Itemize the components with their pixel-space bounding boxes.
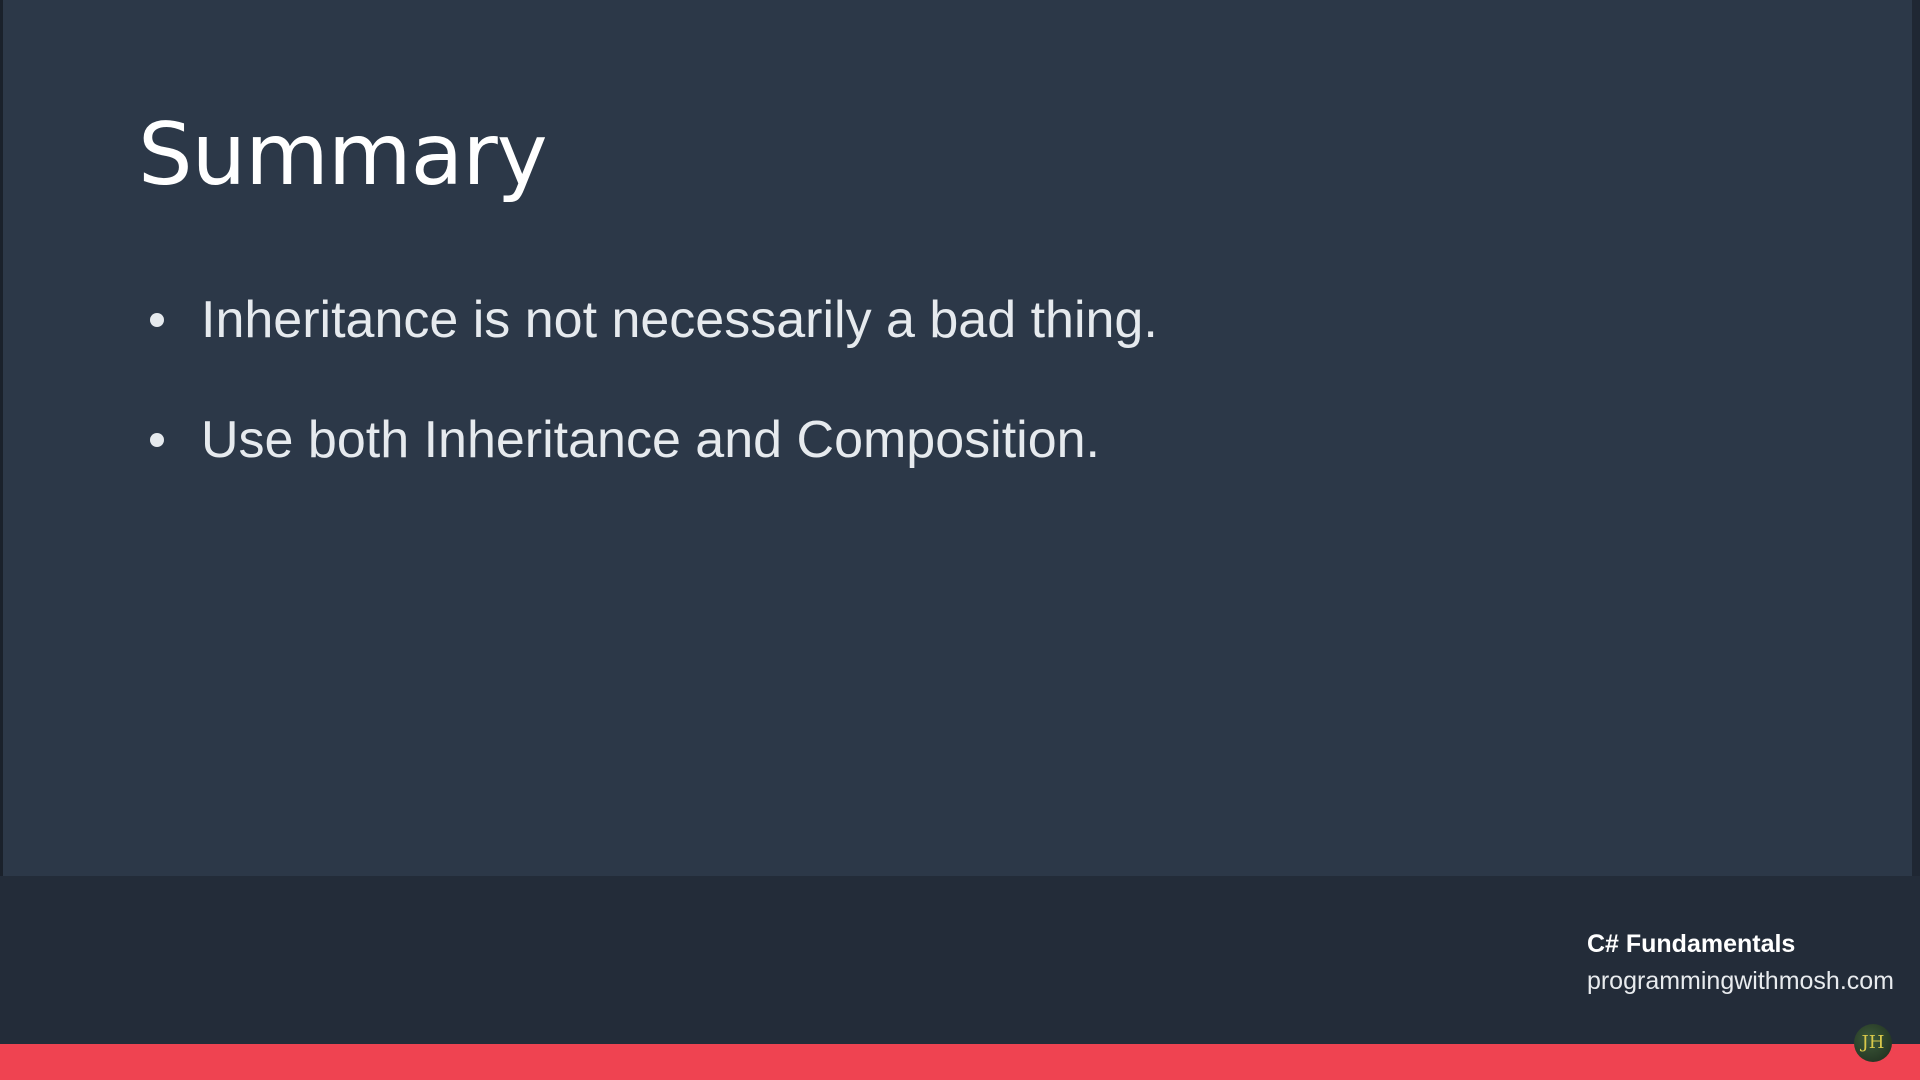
bullet-item: Use both Inheritance and Composition. [150, 410, 1158, 470]
accent-bar [0, 1044, 1920, 1080]
bullet-text: Use both Inheritance and Composition. [201, 411, 1100, 469]
presentation-slide: Summary Inheritance is not necessarily a… [0, 0, 1920, 1080]
footer-credit: C# Fundamentals programmingwithmosh.com [1587, 926, 1894, 1000]
slide-footer: C# Fundamentals programmingwithmosh.com [0, 876, 1920, 1044]
site-url: programmingwithmosh.com [1586, 967, 1894, 995]
bullet-text: Inheritance is not necessarily a bad thi… [201, 291, 1158, 349]
bullet-list: Inheritance is not necessarily a bad thi… [150, 290, 1158, 530]
slide-title: Summary [138, 105, 548, 205]
watermark-logo-icon: JH [1854, 1024, 1892, 1062]
course-name: C# Fundamentals [1586, 930, 1796, 958]
bullet-dot-icon [150, 313, 164, 327]
bullet-dot-icon [150, 433, 164, 447]
watermark-initials: JH [1861, 1032, 1885, 1053]
bullet-item: Inheritance is not necessarily a bad thi… [150, 290, 1158, 350]
